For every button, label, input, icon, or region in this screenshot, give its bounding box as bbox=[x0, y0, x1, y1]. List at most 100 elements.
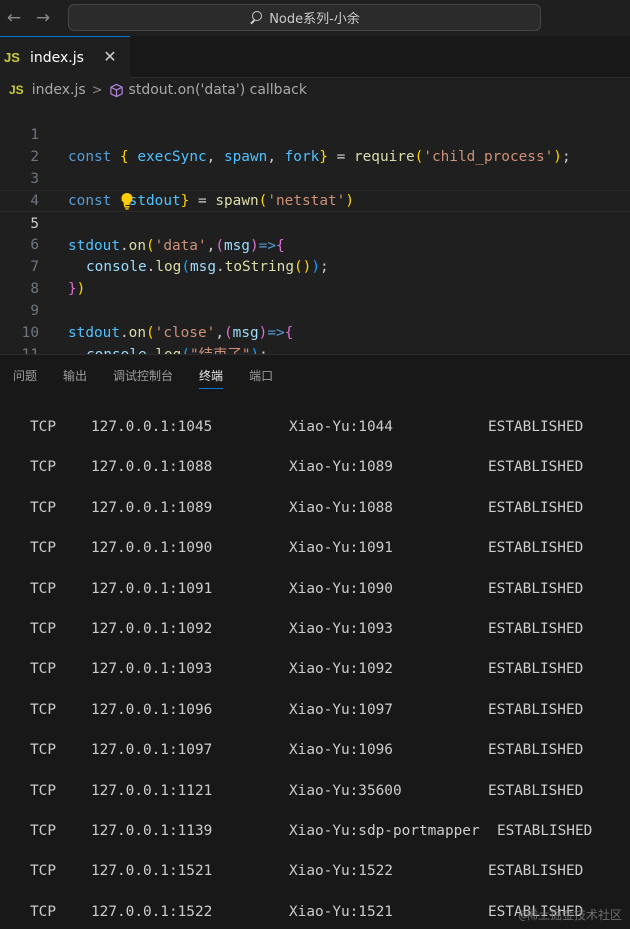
command-center-label: Node系列-小余 bbox=[269, 12, 360, 27]
foreign-address-cell: Xiao-Yu:sdp-portmapper bbox=[289, 823, 480, 839]
state-cell: ESTABLISHED bbox=[488, 419, 584, 435]
state-cell: ESTABLISHED bbox=[488, 499, 584, 516]
foreign-address-cell: Xiao-Yu:1091 bbox=[289, 540, 393, 557]
lightbulb-icon[interactable] bbox=[68, 170, 133, 210]
state-cell: ESTABLISHED bbox=[488, 540, 584, 557]
title-bar: ← → Node系列-小余 bbox=[0, 0, 630, 36]
code-line: 9 stdout.on('close',(msg)=>{ bbox=[0, 278, 630, 341]
watermark: @稀土掘金技术社区 bbox=[518, 908, 622, 922]
code-line: 6 console.log(msg.toString()); bbox=[0, 212, 630, 275]
state-cell: ESTABLISHED bbox=[488, 661, 584, 678]
protocol-cell: TCP bbox=[30, 701, 56, 718]
local-address-cell: 127.0.0.1:1521 bbox=[91, 863, 213, 880]
terminal-row: TCP 127.0.0.1:1121 Xiao-Yu:35600 ESTABLISHE… bbox=[0, 780, 630, 802]
terminal-row: TCP 127.0.0.1:1097 Xiao-Yu:1096 ESTABLISHED bbox=[0, 739, 630, 761]
tab-output[interactable]: 输出 bbox=[63, 355, 87, 397]
terminal-row: TCP 127.0.0.1:1090 Xiao-Yu:1091 ESTABLISHED bbox=[0, 537, 630, 559]
state-cell: ESTABLISHED bbox=[488, 621, 584, 637]
breadcrumb-file[interactable]: index.js bbox=[32, 82, 86, 98]
tab-index-js[interactable]: JS index.js ✕ bbox=[0, 36, 130, 78]
terminal-output[interactable]: TCP 127.0.0.1:1045 Xiao-Yu:1044 ESTABLISHED… bbox=[0, 396, 630, 929]
foreign-address-cell: Xiao-Yu:1521 bbox=[289, 903, 393, 920]
state-cell: ESTABLISHED bbox=[488, 701, 584, 718]
protocol-cell: TCP bbox=[30, 823, 56, 839]
javascript-file-icon: JS bbox=[4, 50, 20, 65]
state-cell: ESTABLISHED bbox=[488, 580, 584, 597]
back-arrow-icon[interactable]: ← bbox=[4, 8, 24, 28]
terminal-row: TCP 127.0.0.1:1092 Xiao-Yu:1093 ESTABLISHED bbox=[0, 618, 630, 640]
local-address-cell: 127.0.0.1:1090 bbox=[91, 540, 213, 557]
tab-terminal[interactable]: 终端 bbox=[199, 355, 224, 397]
protocol-cell: TCP bbox=[30, 419, 56, 435]
forward-arrow-icon[interactable]: → bbox=[33, 8, 53, 28]
terminal-row: TCP 127.0.0.1:1091 Xiao-Yu:1090 ESTABLISHED bbox=[0, 578, 630, 600]
protocol-cell: TCP bbox=[30, 499, 56, 516]
terminal-row: TCP 127.0.0.1:1088 Xiao-Yu:1089 ESTABLISHED bbox=[0, 456, 630, 478]
state-cell: ESTABLISHED bbox=[488, 863, 584, 880]
terminal-row: TCP 127.0.0.1:1093 Xiao-Yu:1092 ESTABLISHED bbox=[0, 658, 630, 680]
code-line: 4 bbox=[0, 168, 630, 210]
code-line: 3 const {stdout} = spawn('netstat') bbox=[0, 146, 630, 209]
local-address-cell: 127.0.0.1:1092 bbox=[91, 621, 213, 637]
state-cell: ESTABLISHED bbox=[488, 459, 584, 476]
close-icon[interactable]: ✕ bbox=[102, 48, 118, 66]
foreign-address-cell: Xiao-Yu:1097 bbox=[289, 701, 393, 718]
terminal-row: TCP 127.0.0.1:1139 Xiao-Yu:sdp-portmapper E… bbox=[0, 820, 630, 842]
local-address-cell: 127.0.0.1:1089 bbox=[91, 499, 213, 516]
search-icon bbox=[249, 10, 263, 25]
state-cell: ESTABLISHED bbox=[497, 823, 593, 839]
code-line: 8 bbox=[0, 256, 630, 297]
state-cell: ESTABLISHED bbox=[488, 782, 584, 799]
code-editor[interactable]: 1 const { execSync, spawn, fork} = requi… bbox=[0, 102, 630, 385]
javascript-file-icon: JS bbox=[9, 83, 24, 97]
foreign-address-cell: Xiao-Yu:1044 bbox=[289, 419, 393, 435]
code-line: 11 }) bbox=[0, 322, 630, 385]
foreign-address-cell: Xiao-Yu:1089 bbox=[289, 459, 393, 476]
local-address-cell: 127.0.0.1:1097 bbox=[91, 742, 213, 759]
protocol-cell: TCP bbox=[30, 540, 56, 557]
protocol-cell: TCP bbox=[30, 621, 56, 637]
protocol-cell: TCP bbox=[30, 903, 56, 920]
foreign-address-cell: Xiao-Yu:1093 bbox=[289, 621, 393, 637]
foreign-address-cell: Xiao-Yu:35600 bbox=[289, 782, 402, 799]
foreign-address-cell: Xiao-Yu:1522 bbox=[289, 863, 393, 880]
protocol-cell: TCP bbox=[30, 661, 56, 678]
chevron-right-icon: > bbox=[91, 82, 103, 98]
local-address-cell: 127.0.0.1:1091 bbox=[91, 580, 213, 597]
editor-tab-bar: JS index.js ✕ bbox=[0, 36, 630, 78]
code-line: 5 stdout.on('data',(msg)=>{ bbox=[0, 190, 630, 254]
tab-ports[interactable]: 端口 bbox=[249, 355, 273, 397]
terminal-row: TCP 127.0.0.1:1045 Xiao-Yu:1044 ESTABLISHED bbox=[0, 416, 630, 438]
local-address-cell: 127.0.0.1:1088 bbox=[91, 459, 213, 476]
breadcrumb-symbol[interactable]: stdout.on('data') callback bbox=[129, 82, 307, 98]
protocol-cell: TCP bbox=[30, 459, 56, 476]
foreign-address-cell: Xiao-Yu:1088 bbox=[289, 499, 393, 516]
local-address-cell: 127.0.0.1:1045 bbox=[91, 419, 213, 435]
code-line: 1 const { execSync, spawn, fork} = requi… bbox=[0, 102, 630, 165]
tab-title: index.js bbox=[30, 49, 84, 66]
protocol-cell: TCP bbox=[30, 782, 56, 799]
protocol-cell: TCP bbox=[30, 863, 56, 880]
local-address-cell: 127.0.0.1:1522 bbox=[91, 903, 213, 920]
command-center-search[interactable]: Node系列-小余 bbox=[68, 4, 541, 31]
code-line: 10 console.log("结束了"); bbox=[0, 300, 630, 363]
state-cell: ESTABLISHED bbox=[488, 742, 584, 759]
local-address-cell: 127.0.0.1:1096 bbox=[91, 701, 213, 718]
terminal-row: TCP 127.0.0.1:1096 Xiao-Yu:1097 ESTABLISHED bbox=[0, 699, 630, 721]
local-address-cell: 127.0.0.1:1093 bbox=[91, 661, 213, 678]
foreign-address-cell: Xiao-Yu:1096 bbox=[289, 742, 393, 759]
breadcrumb: JS index.js > stdout.on('data') callback bbox=[0, 78, 630, 102]
protocol-cell: TCP bbox=[30, 580, 56, 597]
code-line: 2 bbox=[0, 124, 630, 165]
foreign-address-cell: Xiao-Yu:1092 bbox=[289, 661, 393, 678]
foreign-address-cell: Xiao-Yu:1090 bbox=[289, 580, 393, 597]
method-cube-icon bbox=[109, 83, 124, 98]
local-address-cell: 127.0.0.1:1121 bbox=[91, 782, 213, 799]
protocol-cell: TCP bbox=[30, 742, 56, 759]
tab-debug-console[interactable]: 调试控制台 bbox=[113, 355, 173, 397]
panel-tab-bar: 问题 输出 调试控制台 终端 端口 bbox=[0, 354, 630, 396]
tab-problems[interactable]: 问题 bbox=[13, 355, 37, 397]
terminal-row: TCP 127.0.0.1:1521 Xiao-Yu:1522 ESTABLISHED bbox=[0, 860, 630, 882]
code-line: 7 }) bbox=[0, 234, 630, 297]
local-address-cell: 127.0.0.1:1139 bbox=[91, 823, 213, 839]
